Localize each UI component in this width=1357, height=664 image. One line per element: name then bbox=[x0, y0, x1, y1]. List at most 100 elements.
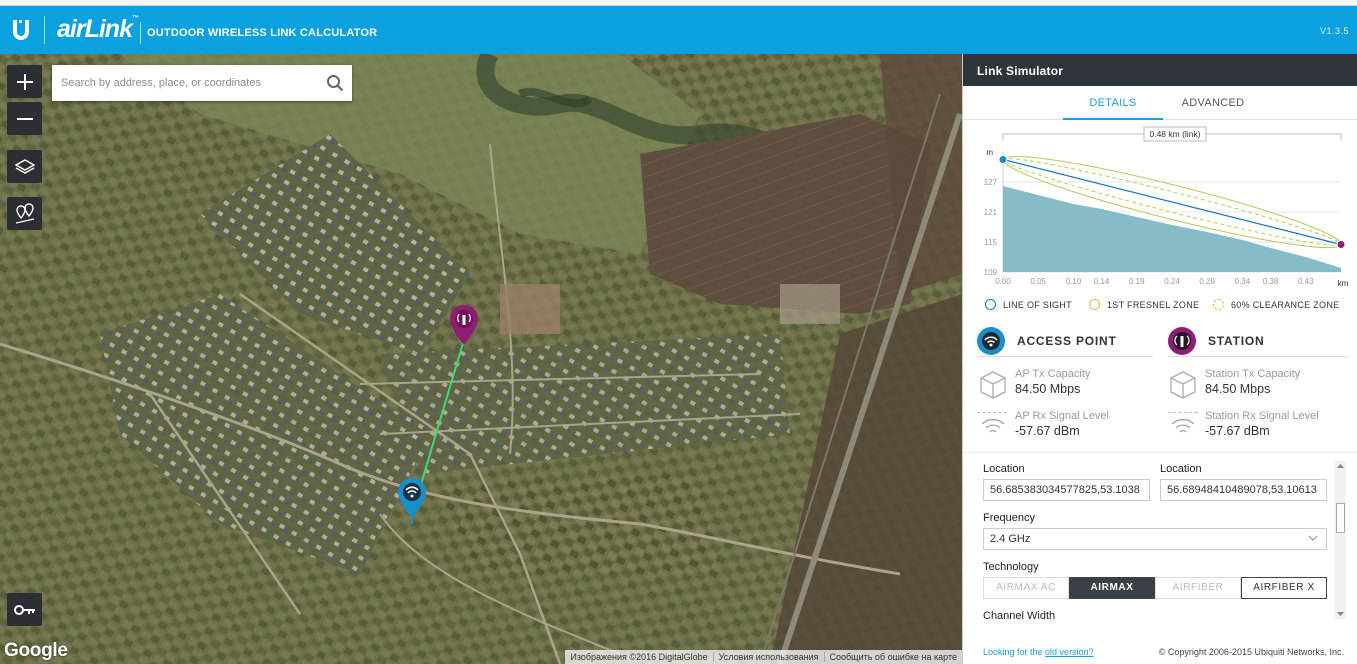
report-error-link[interactable]: Сообщить об ошибке на карте bbox=[823, 652, 962, 662]
ubiquiti-logo-icon[interactable] bbox=[10, 18, 32, 42]
antenna-icon bbox=[1173, 332, 1191, 350]
map-attribution: Изображения ©2016 DigitalGlobe Условия и… bbox=[565, 650, 962, 664]
station-rx-signal-level: Station Rx Signal Level -57.67 dBm bbox=[1205, 410, 1319, 438]
tab-details[interactable]: DETAILS bbox=[1063, 97, 1163, 120]
map-search-box bbox=[52, 65, 352, 101]
zoom-out-button[interactable] bbox=[7, 102, 42, 135]
elevation-profile-chart: 0.48 km (link) 127 121 115 109 m 0.00 0.05 0.10 0… bbox=[984, 126, 1349, 288]
x-tick-label: 0.00 bbox=[995, 277, 1011, 286]
divider bbox=[1168, 412, 1198, 413]
divider bbox=[977, 412, 1007, 413]
legend-fresnel-zone: 1ST FRESNEL ZONE bbox=[1089, 299, 1199, 310]
legend-line-of-sight: LINE OF SIGHT bbox=[985, 299, 1072, 310]
y-tick-label: 109 bbox=[984, 268, 998, 277]
cube-icon bbox=[1170, 371, 1196, 399]
station-endpoint bbox=[1336, 240, 1346, 249]
ap-endpoint bbox=[998, 155, 1008, 164]
panel-tabs: DETAILS ADVANCED bbox=[963, 94, 1357, 120]
access-point-marker-icon[interactable] bbox=[398, 478, 426, 526]
frequency-value: 2.4 GHz bbox=[990, 533, 1031, 545]
y-tick-label: 121 bbox=[984, 208, 998, 217]
plus-icon bbox=[16, 73, 33, 90]
markers-button[interactable] bbox=[7, 197, 42, 230]
minus-icon bbox=[16, 117, 33, 120]
brand-logo: airLink™ bbox=[57, 15, 139, 43]
divider bbox=[1168, 356, 1348, 357]
scroll-up-icon[interactable] bbox=[1337, 463, 1344, 469]
link-simulator-panel: Link Simulator DETAILS ADVANCED 0.48 km … bbox=[962, 54, 1357, 664]
station-badge bbox=[1168, 327, 1196, 355]
tech-airfiber-x[interactable]: AIRFIBER X bbox=[1241, 577, 1327, 599]
key-icon bbox=[13, 604, 35, 615]
ap-rx-signal-level: AP Rx Signal Level -57.67 dBm bbox=[1015, 410, 1109, 438]
panel-title: Link Simulator bbox=[963, 54, 1357, 86]
google-logo: Google bbox=[4, 640, 68, 661]
x-tick-label: 0.38 bbox=[1263, 277, 1279, 286]
ap-tx-capacity: AP Tx Capacity 84.50 Mbps bbox=[1015, 368, 1091, 396]
distance-label: 0.48 km (link) bbox=[1149, 129, 1200, 139]
channel-width-label: Channel Width bbox=[983, 610, 1056, 622]
old-version-link[interactable]: old version? bbox=[1045, 647, 1094, 657]
scrollbar-thumb[interactable] bbox=[1336, 503, 1345, 533]
station-tx-capacity: Station Tx Capacity 84.50 Mbps bbox=[1205, 368, 1301, 396]
legend-clearance-zone: 60% CLEARANCE ZONE bbox=[1213, 299, 1339, 310]
access-point-header: ACCESS POINT bbox=[977, 326, 1117, 356]
chevron-down-icon bbox=[1308, 535, 1318, 541]
panel-footer: Looking for the old version? © Copyright… bbox=[963, 642, 1357, 664]
access-point-title: ACCESS POINT bbox=[1017, 334, 1117, 348]
divider bbox=[977, 356, 1153, 357]
x-tick-label: 0.29 bbox=[1199, 277, 1215, 286]
satellite-map[interactable]: Google Изображения ©2016 DigitalGlobe Ус… bbox=[0, 54, 962, 664]
app-header: airLink™ OUTDOOR WIRELESS LINK CALCULATO… bbox=[0, 6, 1357, 54]
old-version-text: Looking for the old version? bbox=[983, 647, 1094, 657]
y-tick-label: 115 bbox=[984, 238, 997, 247]
y-tick-label: 127 bbox=[984, 178, 998, 187]
zoom-in-button[interactable] bbox=[7, 65, 42, 98]
station-title: STATION bbox=[1208, 334, 1265, 348]
form-scrollbar[interactable] bbox=[1335, 461, 1346, 619]
location-pins-icon bbox=[15, 202, 34, 224]
frequency-label: Frequency bbox=[983, 512, 1035, 524]
x-tick-label: 0.14 bbox=[1094, 277, 1110, 286]
x-tick-label: 0.05 bbox=[1030, 277, 1046, 286]
x-axis-label: km bbox=[1338, 279, 1349, 288]
map-imagery bbox=[0, 54, 962, 664]
version-label: V1.3.5 bbox=[1319, 26, 1349, 36]
header-divider bbox=[140, 22, 141, 44]
terms-link[interactable]: Условия использования bbox=[712, 652, 824, 662]
frequency-select[interactable]: 2.4 GHz bbox=[983, 528, 1327, 550]
legend-key-button[interactable] bbox=[7, 593, 42, 626]
access-point-badge bbox=[977, 327, 1005, 355]
technology-selector: AIRMAX AC AIRMAX AIRFIBER AIRFIBER X bbox=[983, 577, 1327, 599]
x-tick-label: 0.19 bbox=[1129, 277, 1145, 286]
app-subtitle: OUTDOOR WIRELESS LINK CALCULATOR bbox=[147, 27, 378, 39]
link-settings-form: Location Location 56.685383034577825,53.… bbox=[963, 452, 1357, 624]
station-location-input[interactable]: 56.68948410489078,53.10613 bbox=[1160, 479, 1327, 501]
header-divider bbox=[44, 16, 45, 44]
tech-airfiber[interactable]: AIRFIBER bbox=[1155, 577, 1241, 599]
station-marker-icon[interactable] bbox=[450, 305, 478, 345]
tab-advanced[interactable]: ADVANCED bbox=[1163, 97, 1263, 120]
scroll-down-icon[interactable] bbox=[1337, 611, 1344, 617]
x-tick-label: 0.24 bbox=[1164, 277, 1180, 286]
search-icon[interactable] bbox=[326, 74, 344, 92]
cube-icon bbox=[980, 371, 1006, 399]
copyright: © Copyright 2006-2015 Ubiquiti Networks,… bbox=[1158, 647, 1344, 657]
technology-label: Technology bbox=[983, 561, 1039, 573]
layers-icon bbox=[14, 158, 35, 174]
terrain-area bbox=[1003, 186, 1341, 272]
imagery-credit: Изображения ©2016 DigitalGlobe bbox=[570, 652, 708, 662]
x-tick-label: 0.34 bbox=[1235, 277, 1251, 286]
y-axis-label: m bbox=[986, 148, 993, 157]
tech-airmax-ac[interactable]: AIRMAX AC bbox=[983, 577, 1069, 599]
signal-icon bbox=[981, 418, 1005, 433]
station-header: STATION bbox=[1168, 326, 1264, 356]
wifi-icon bbox=[982, 332, 1000, 350]
ap-location-input[interactable]: 56.685383034577825,53.1038 bbox=[983, 479, 1150, 501]
ap-location-label: Location bbox=[983, 463, 1025, 475]
map-search-input[interactable] bbox=[52, 65, 314, 101]
signal-icon bbox=[1171, 418, 1195, 433]
tech-airmax[interactable]: AIRMAX bbox=[1069, 577, 1155, 599]
layers-button[interactable] bbox=[7, 150, 42, 183]
x-tick-label: 0.43 bbox=[1298, 277, 1314, 286]
